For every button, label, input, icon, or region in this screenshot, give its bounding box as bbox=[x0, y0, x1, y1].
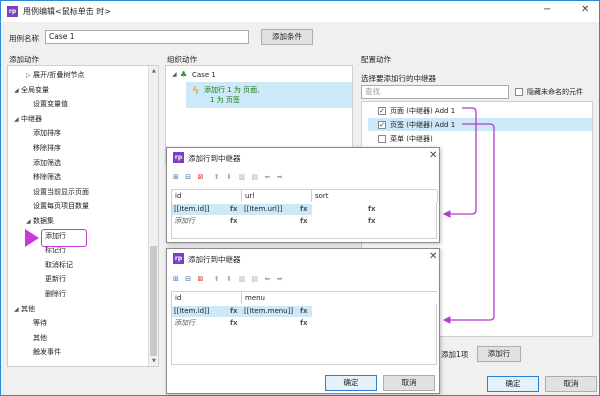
connector-arrows bbox=[442, 107, 495, 324]
connector-arrow-2 bbox=[442, 123, 495, 324]
